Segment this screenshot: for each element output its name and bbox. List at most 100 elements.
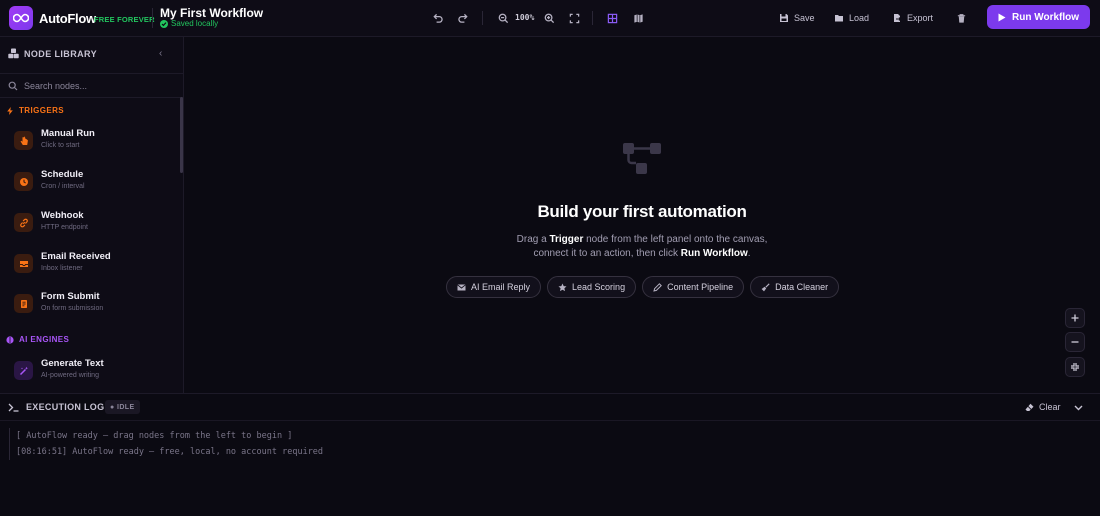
zoom-level: 100% [515,13,535,22]
log-output: [ AutoFlow ready — drag nodes from the l… [9,428,323,460]
magic-wand-icon [14,361,33,380]
node-subtitle: Cron / interval [41,183,85,190]
execution-log-title: EXECUTION LOG [8,402,104,412]
trash-icon[interactable] [954,11,968,25]
workflow-graph-icon [623,143,661,174]
export-icon [894,14,902,22]
app-name: AutoFlow [39,11,96,26]
node-title: Generate Text [41,358,104,369]
section-title: TRIGGERS [19,106,64,115]
run-workflow-label: Run Workflow [1011,11,1080,23]
export-button[interactable]: Export [892,11,933,25]
folder-icon [835,15,843,22]
node-library-header: NODE LIBRARY [8,48,97,59]
node-generate-text[interactable]: Generate Text AI-powered writing [12,358,172,390]
compress-icon [1071,363,1079,371]
execution-log-panel: EXECUTION LOG ● IDLE Clear [ AutoFlow re… [0,393,1100,516]
node-library-panel: NODE LIBRARY ‹ TRIGGERS Manual Run Click… [0,37,184,393]
bolt-icon [7,106,13,115]
template-label: Lead Scoring [572,282,626,292]
zoom-in-icon[interactable] [542,11,556,25]
check-icon [160,19,168,28]
toolbar-separator [592,11,593,25]
map-view-icon[interactable] [631,11,645,25]
template-ai-email-reply[interactable]: AI Email Reply [446,276,542,298]
save-label: Save [794,13,815,23]
inbox-icon [14,254,33,273]
node-schedule[interactable]: Schedule Cron / interval [12,169,172,201]
node-subtitle: On form submission [41,305,104,312]
zoom-out-icon[interactable] [496,11,510,25]
node-webhook[interactable]: Webhook HTTP endpoint [12,210,172,242]
node-manual-run[interactable]: Manual Run Click to start [12,128,172,160]
section-ai-engines: AI ENGINES [6,335,69,344]
star-icon [558,283,567,291]
eraser-icon [1025,403,1034,411]
node-search [0,73,183,98]
app-logo [9,6,33,30]
undo-icon[interactable] [430,11,444,25]
node-title: Email Received [41,251,111,262]
node-subtitle: Inbox listener [41,265,83,272]
node-title: Form Submit [41,291,100,302]
grid-view-icon[interactable] [605,11,619,25]
desc-text: node from the left panel onto the canvas… [583,234,768,245]
clear-log-button[interactable]: Clear [1025,402,1061,412]
node-subtitle: Click to start [41,142,80,149]
load-label: Load [849,13,870,23]
node-subtitle: AI-powered writing [41,372,99,379]
workflow-canvas[interactable]: Build your first automation Drag a Trigg… [184,37,1100,393]
execution-log-label: EXECUTION LOG [26,402,105,412]
section-title: AI ENGINES [19,335,70,344]
broom-icon [761,282,770,291]
terminal-icon [8,403,19,412]
save-icon [780,14,788,22]
run-workflow-button[interactable]: Run Workflow [987,5,1090,29]
status-badge: ● IDLE [105,400,140,414]
template-data-cleaner[interactable]: Data Cleaner [750,276,840,298]
node-title: Manual Run [41,128,95,139]
search-input[interactable] [24,80,174,91]
clock-icon [14,172,33,191]
chevron-down-icon[interactable] [1073,402,1084,413]
pen-icon [653,282,662,292]
desc-trigger: Trigger [549,234,584,245]
fit-screen-icon[interactable] [567,11,581,25]
canvas-zoom-out-button[interactable] [1065,332,1085,352]
envelope-icon [457,283,466,290]
play-icon [998,13,1006,21]
template-label: AI Email Reply [471,282,531,292]
section-triggers: TRIGGERS [6,106,64,115]
node-email-received[interactable]: Email Received Inbox listener [12,251,172,283]
template-lead-scoring[interactable]: Lead Scoring [547,276,637,298]
clear-log-label: Clear [1039,402,1061,412]
sidebar-scrollbar[interactable] [180,97,183,173]
empty-state-description: Drag a Trigger node from the left panel … [184,233,1100,261]
search-icon [8,81,18,90]
collapse-icon[interactable]: ‹ [159,48,162,59]
form-icon [14,294,33,313]
desc-text: Drag a [516,234,550,245]
app-tag: FREE FOREVER [94,15,155,24]
hand-pointer-icon [14,131,33,150]
node-form-submit[interactable]: Form Submit On form submission [12,291,172,323]
load-button[interactable]: Load [834,11,869,25]
brain-icon [6,335,14,344]
canvas-zoom-in-button[interactable] [1065,308,1085,328]
workflow-title[interactable]: My First Workflow [160,6,263,20]
template-label: Data Cleaner [775,282,829,292]
template-content-pipeline[interactable]: Content Pipeline [642,276,745,298]
redo-icon[interactable] [456,11,470,25]
save-button[interactable]: Save [779,11,815,25]
link-icon [14,213,33,232]
canvas-fit-button[interactable] [1065,357,1085,377]
desc-run: Run Workflow [680,248,748,259]
top-bar: AutoFlow FREE FOREVER My First Workflow … [0,0,1100,37]
plus-icon [1071,314,1079,322]
desc-text: connect it to an action, then click [533,248,681,259]
node-title: Webhook [41,210,84,221]
desc-text: . [747,248,751,259]
save-status-label: Saved locally [171,19,219,28]
log-line: [ AutoFlow ready — drag nodes from the l… [9,428,323,444]
toolbar-separator [482,11,483,25]
